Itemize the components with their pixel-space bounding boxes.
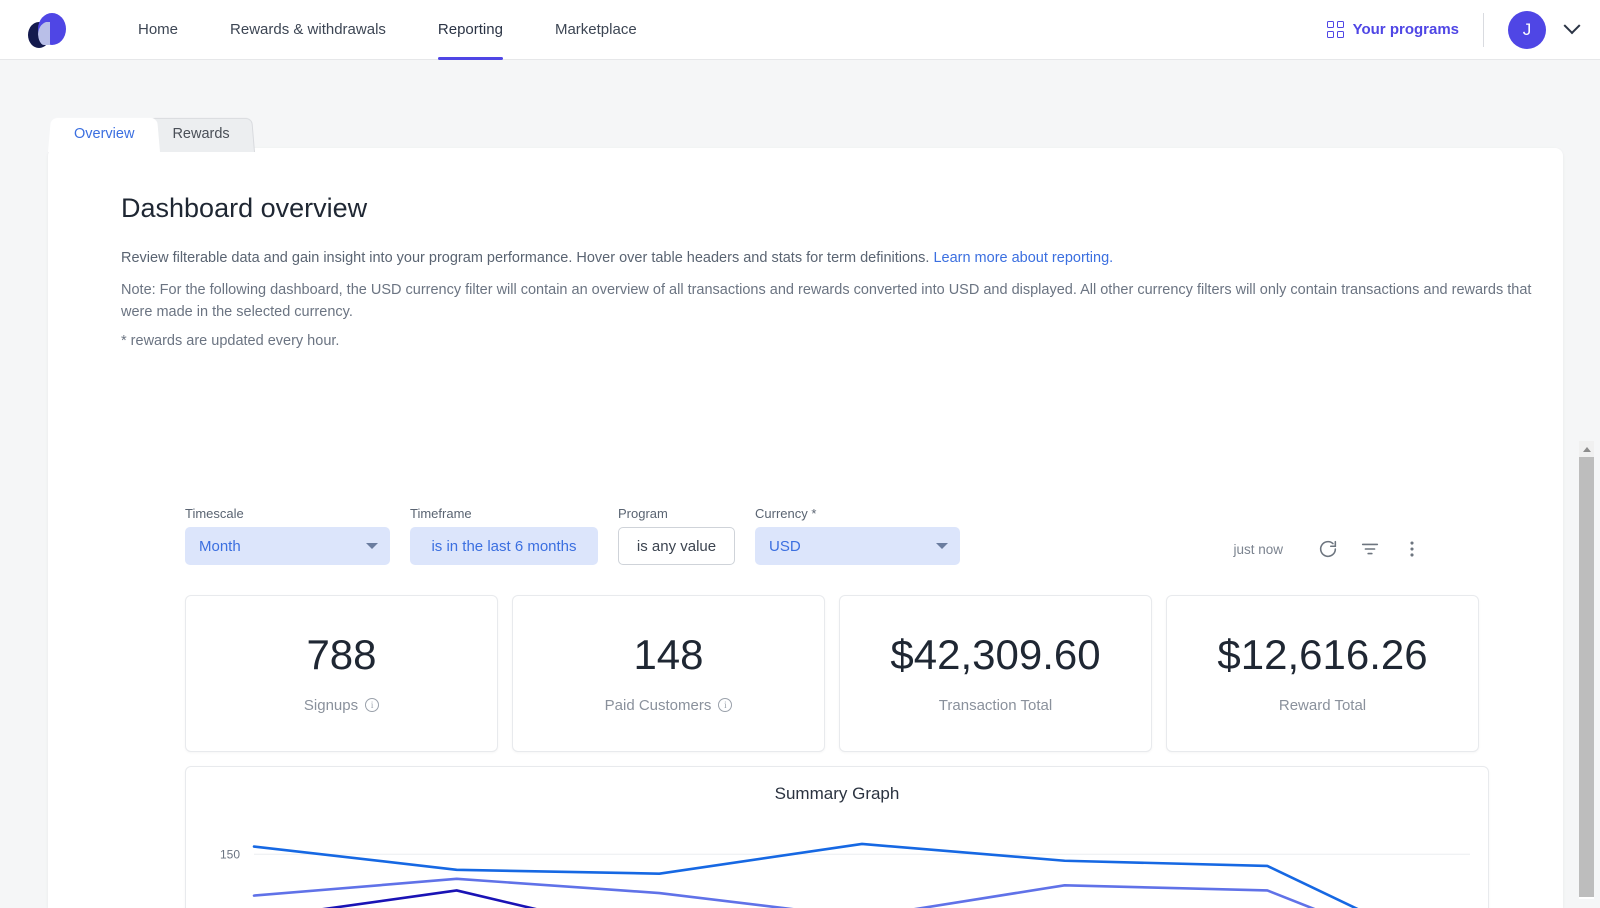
stat-value: $12,616.26 [1217,634,1427,676]
last-updated-status: just now [1233,542,1283,557]
avatar[interactable]: J [1508,11,1546,49]
stat-label: Reward Total [1279,697,1366,714]
stat-label-wrap: Transaction Total [939,697,1052,714]
stat-label-wrap: Signups i [304,697,379,714]
learn-more-link[interactable]: Learn more about reporting. [933,250,1113,266]
filter-timescale-label: Timescale [185,506,390,521]
stat-label: Paid Customers [605,697,712,714]
nav-link-marketplace[interactable]: Marketplace [555,0,637,60]
brand-logo-icon[interactable] [26,10,70,50]
inner-vertical-scrollbar[interactable] [1579,441,1594,899]
grid-icon [1327,21,1344,38]
summary-graph-card: Summary Graph 50100150 [185,766,1489,908]
tab-bar: Overview Rewards [48,116,256,152]
filter-timeframe-value: is in the last 6 months [431,538,576,555]
scroll-up-arrow-icon[interactable] [1579,441,1594,457]
your-programs-label: Your programs [1353,21,1459,38]
stat-value: 788 [306,634,376,676]
filter-currency-value: USD [769,538,801,555]
refresh-icon[interactable] [1317,538,1339,560]
stat-card-paid-customers[interactable]: 148 Paid Customers i [512,595,825,752]
page-description: Review filterable data and gain insight … [121,247,1561,269]
filter-timeframe-dropdown[interactable]: is in the last 6 months [410,527,598,565]
filter-program-input[interactable]: is any value [618,527,735,565]
filter-currency-dropdown[interactable]: USD [755,527,960,565]
nav-divider [1483,13,1484,47]
more-vertical-icon[interactable] [1401,538,1423,560]
dashboard-panel: Dashboard overview Review filterable dat… [48,148,1563,908]
filter-timeframe: Timeframe is in the last 6 months [410,506,598,565]
filter-bar: Timescale Month Timeframe is in the last… [185,506,980,565]
nav-right-section: Your programs J [1327,0,1578,60]
stat-label: Transaction Total [939,697,1052,714]
stat-card-row: 788 Signups i 148 Paid Customers i $42,3… [185,595,1493,752]
description-text: Review filterable data and gain insight … [121,250,929,266]
info-icon[interactable]: i [365,698,379,712]
filter-program: Program is any value [618,506,735,565]
nav-link-reporting[interactable]: Reporting [438,0,503,60]
stat-value: 148 [633,634,703,676]
tab-rewards-label: Rewards [172,126,229,142]
filter-timescale-dropdown[interactable]: Month [185,527,390,565]
filter-timeframe-label: Timeframe [410,506,598,521]
chart-title: Summary Graph [186,784,1488,804]
filter-currency-label: Currency * [755,506,960,521]
tab-rewards[interactable]: Rewards [146,116,255,152]
top-navigation-bar: Home Rewards & withdrawals Reporting Mar… [0,0,1600,60]
chart-y-tick-label: 150 [220,847,240,861]
stat-label-wrap: Paid Customers i [605,697,733,714]
page-title: Dashboard overview [121,193,1563,224]
info-icon[interactable]: i [718,698,732,712]
caret-down-icon [366,543,378,549]
summary-graph-svg[interactable]: 50100150 [186,804,1489,908]
scrollbar-thumb[interactable] [1579,457,1594,897]
tab-overview-label: Overview [74,126,134,142]
nav-link-home[interactable]: Home [138,0,178,60]
filter-timescale: Timescale Month [185,506,390,565]
filter-program-value: is any value [637,538,716,555]
dashboard-toolbar: just now [1233,538,1423,560]
filter-currency: Currency * USD [755,506,960,565]
chevron-down-icon[interactable] [1564,17,1581,34]
stat-label-wrap: Reward Total [1279,697,1366,714]
main-nav-links: Home Rewards & withdrawals Reporting Mar… [138,0,689,60]
stat-value: $42,309.60 [890,634,1100,676]
tab-overview[interactable]: Overview [48,116,160,152]
stat-card-transaction-total[interactable]: $42,309.60 Transaction Total [839,595,1152,752]
currency-note: Note: For the following dashboard, the U… [121,279,1561,323]
caret-down-icon [936,543,948,549]
your-programs-button[interactable]: Your programs [1327,21,1459,38]
stat-label: Signups [304,697,358,714]
filter-icon[interactable] [1359,538,1381,560]
stat-card-reward-total[interactable]: $12,616.26 Reward Total [1166,595,1479,752]
filter-program-label: Program [618,506,735,521]
filter-timescale-value: Month [199,538,241,555]
rewards-update-note: * rewards are updated every hour. [121,333,1563,349]
nav-link-rewards-withdrawals[interactable]: Rewards & withdrawals [230,0,386,60]
stat-card-signups[interactable]: 788 Signups i [185,595,498,752]
